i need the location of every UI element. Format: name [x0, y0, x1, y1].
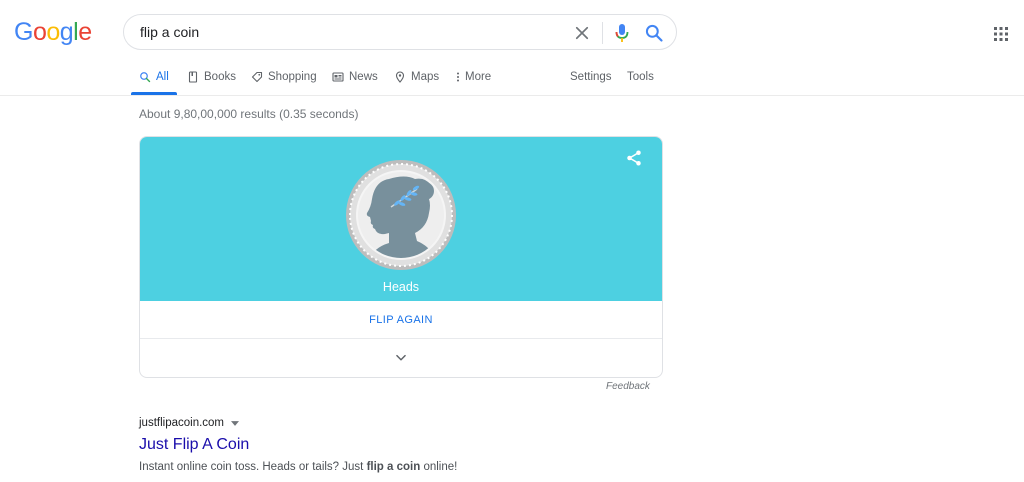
- tab-label: All: [156, 71, 169, 83]
- more-vert-icon: [457, 72, 459, 82]
- apps-grid-icon[interactable]: [993, 26, 1009, 42]
- header-divider: [0, 95, 1024, 96]
- logo-letter: G: [14, 18, 33, 46]
- result-url-text: justflipacoin.com: [139, 417, 225, 429]
- book-icon: [188, 71, 198, 83]
- microphone-icon[interactable]: [614, 23, 630, 43]
- settings-link[interactable]: Settings: [570, 71, 612, 83]
- search-input[interactable]: flip a coin: [140, 24, 199, 40]
- coin-panel: Heads: [140, 137, 662, 301]
- flip-again-button[interactable]: FLIP AGAIN: [140, 301, 662, 339]
- logo-letter: e: [78, 18, 92, 46]
- map-pin-icon: [395, 71, 405, 83]
- result-url[interactable]: justflipacoin.com: [139, 417, 240, 429]
- coin-heads-image[interactable]: [345, 159, 457, 271]
- chevron-down-icon[interactable]: [394, 351, 408, 365]
- snippet-highlight: flip a coin: [366, 461, 421, 473]
- feedback-link[interactable]: Feedback: [606, 381, 650, 392]
- coin-flip-card: Heads FLIP AGAIN: [139, 136, 663, 378]
- logo-letter: o: [46, 18, 60, 46]
- logo-letter: o: [32, 18, 47, 46]
- tab-label: Shopping: [268, 71, 317, 83]
- tab-label: News: [349, 71, 378, 83]
- tab-label: Books: [204, 71, 236, 83]
- tab-all[interactable]: All: [139, 71, 169, 83]
- settings-label: Settings: [570, 71, 612, 83]
- tab-label: More: [465, 71, 492, 83]
- tools-link[interactable]: Tools: [627, 71, 654, 83]
- tab-label: Maps: [411, 71, 440, 83]
- tag-icon: [251, 71, 263, 83]
- caret-down-icon[interactable]: [231, 420, 240, 426]
- snippet-text: Instant online coin toss. Heads or tails…: [139, 461, 367, 473]
- clear-icon[interactable]: [573, 24, 591, 42]
- tab-news[interactable]: News: [332, 71, 378, 83]
- logo-letter: g: [59, 18, 74, 46]
- google-logo[interactable]: Google: [14, 18, 92, 46]
- search-icon[interactable]: [644, 23, 664, 43]
- search-divider: [602, 22, 603, 44]
- share-icon[interactable]: [625, 149, 643, 167]
- tab-more[interactable]: More: [455, 71, 491, 83]
- tab-shopping[interactable]: Shopping: [251, 71, 317, 83]
- result-snippet: Instant online coin toss. Heads or tails…: [139, 461, 457, 473]
- search-box[interactable]: flip a coin: [123, 14, 677, 50]
- search-icon: [140, 72, 151, 83]
- tab-maps[interactable]: Maps: [394, 71, 439, 83]
- tab-books[interactable]: Books: [187, 71, 236, 83]
- result-title-link[interactable]: Just Flip A Coin: [139, 436, 249, 454]
- result-stats: About 9,80,00,000 results (0.35 seconds): [139, 107, 359, 121]
- news-icon: [332, 72, 344, 82]
- snippet-text: online!: [420, 461, 458, 473]
- tools-label: Tools: [627, 71, 654, 83]
- coin-result-label: Heads: [382, 280, 420, 294]
